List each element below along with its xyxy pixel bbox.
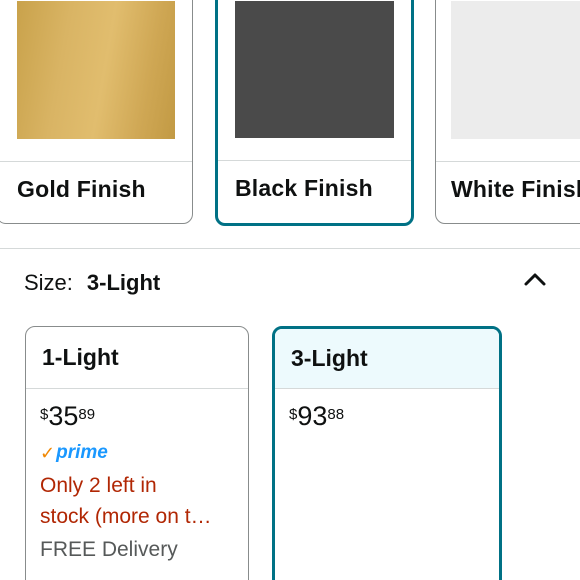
size-option-3-light[interactable]: 3-Light $ 93 88: [272, 326, 502, 580]
swatch-image-wrap: [218, 0, 411, 163]
size-option-label: 3-Light: [275, 329, 499, 389]
price-symbol: $: [40, 406, 49, 423]
prime-label: prime: [56, 442, 108, 463]
product-variation-panel: Gold Finish Black Finish White Finish Si…: [0, 0, 580, 580]
size-selector-header: Size: 3-Light: [24, 270, 160, 296]
price-whole: 35: [48, 401, 79, 431]
price-symbol: $: [289, 406, 298, 423]
price: $ 93 88: [289, 403, 485, 430]
swatch-image-wrap: [436, 0, 580, 161]
stock-line: Only 2 left in: [40, 474, 157, 497]
swatch-gold-finish[interactable]: Gold Finish: [0, 0, 193, 224]
section-divider: [0, 248, 580, 249]
prime-check-icon: ✓: [40, 442, 56, 463]
swatch-label: Black Finish: [235, 174, 373, 201]
swatch-label: White Finish: [451, 175, 580, 202]
price-whole: 93: [297, 401, 328, 431]
size-option-label: 1-Light: [26, 327, 248, 389]
stock-status: Only 2 left in stock (more on t…: [40, 470, 240, 532]
prime-badge: ✓ prime: [40, 442, 234, 464]
chevron-up-icon[interactable]: [522, 268, 548, 290]
white-finish-image: [451, 1, 580, 139]
size-option-body: $ 35 89 ✓ prime Only 2 left in stock (mo…: [26, 389, 248, 565]
size-option-1-light[interactable]: 1-Light $ 35 89 ✓ prime Only 2 left in s…: [25, 326, 249, 580]
price-fraction: 89: [78, 406, 96, 423]
stock-line: stock (more on t…: [40, 505, 212, 528]
size-option-body: $ 93 88: [275, 389, 499, 430]
swatch-white-finish[interactable]: White Finish: [435, 0, 580, 224]
size-key-label: Size:: [24, 270, 73, 295]
black-finish-image: [235, 1, 394, 138]
swatch-label: Gold Finish: [17, 175, 146, 202]
gold-finish-image: [17, 1, 175, 139]
price-fraction: 88: [327, 406, 345, 423]
price: $ 35 89: [40, 403, 234, 430]
size-selected-value: 3-Light: [86, 270, 161, 295]
swatch-black-finish[interactable]: Black Finish: [215, 0, 414, 226]
swatch-image-wrap: [0, 0, 192, 161]
delivery-text: FREE Delivery: [40, 538, 178, 561]
